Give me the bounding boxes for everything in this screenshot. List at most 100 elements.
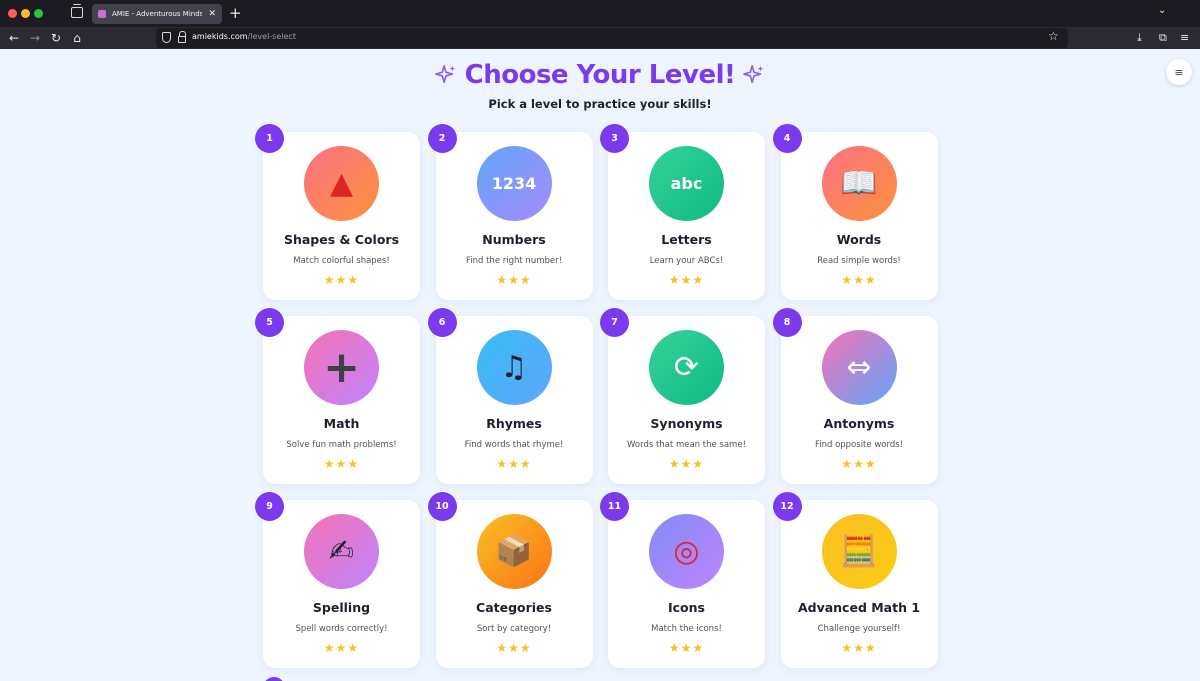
- level-description: Match the icons!: [651, 624, 722, 634]
- level-description: Spell words correctly!: [295, 624, 388, 634]
- lock-icon[interactable]: [178, 31, 186, 43]
- level-title: Antonyms: [823, 416, 895, 431]
- level-card[interactable]: 6 ♫ Rhymes Find words that rhyme! ★★★: [427, 308, 593, 484]
- level-icon-circle: ♫: [476, 330, 552, 405]
- left-right-arrow-icon: ⇔: [846, 349, 872, 385]
- level-star-rating: ★★★: [841, 641, 877, 655]
- window-close-button[interactable]: [8, 9, 17, 18]
- writing-hand-icon: ✍: [328, 533, 355, 569]
- level-number-badge: 9: [255, 492, 284, 521]
- level-description: Find the right number!: [465, 256, 563, 266]
- forward-button[interactable]: →: [26, 29, 44, 47]
- level-star-rating: ★★★: [841, 457, 877, 471]
- level-description: Sort by category!: [476, 624, 552, 634]
- browser-tab-bar: AMIE - Adventurous Minds Imp ✕ + ⌄: [0, 0, 1200, 27]
- close-tab-icon[interactable]: ✕: [208, 9, 216, 19]
- bookmark-star-icon[interactable]: ☆: [1048, 29, 1059, 43]
- level-description: Find opposite words!: [814, 440, 904, 450]
- extensions-icon[interactable]: ⧉: [1159, 31, 1167, 45]
- level-title: Math: [323, 416, 360, 431]
- download-icon[interactable]: ⤓: [1137, 31, 1142, 45]
- level-title: Spelling: [312, 600, 371, 615]
- music-note-icon: ♫: [500, 349, 528, 385]
- level-icon-circle: ⟳: [649, 330, 724, 405]
- address-bar[interactable]: amiekids.com/level-select ☆: [156, 28, 1068, 48]
- level-star-rating: ★★★: [323, 273, 360, 287]
- level-number-badge: 12: [772, 492, 802, 521]
- level-icon-circle: +: [304, 330, 379, 405]
- url-path: /level-select: [247, 32, 296, 41]
- level-star-rating: ★★★: [496, 273, 532, 287]
- level-description: Learn your ABCs!: [649, 256, 724, 266]
- new-tab-button[interactable]: +: [229, 4, 242, 22]
- level-icon-circle: ⇔: [821, 330, 897, 405]
- level-description: Find words that rhyme!: [464, 440, 564, 450]
- level-grid: 1 ▲ Shapes & Colors Match colorful shape…: [255, 124, 938, 668]
- level-icon-circle: ◎: [649, 514, 724, 589]
- triangle-icon: ▲: [329, 165, 354, 201]
- back-button[interactable]: ←: [5, 29, 23, 47]
- level-card[interactable]: 4 📖 Words Read simple words! ★★★: [772, 124, 938, 300]
- browser-tab-active[interactable]: AMIE - Adventurous Minds Imp ✕: [92, 4, 222, 24]
- level-icon-circle: ▲: [304, 146, 379, 221]
- level-description: Words that mean the same!: [627, 440, 746, 450]
- level-card[interactable]: 10 📦 Categories Sort by category! ★★★: [427, 492, 593, 668]
- level-number-badge: 7: [600, 308, 629, 337]
- home-button[interactable]: ⌂: [68, 29, 86, 47]
- level-card[interactable]: 9 ✍ Spelling Spell words correctly! ★★★: [255, 492, 420, 668]
- shield-icon[interactable]: [162, 32, 171, 43]
- level-card[interactable]: 5 + Math Solve fun math problems! ★★★: [255, 308, 420, 484]
- level-card[interactable]: 8 ⇔ Antonyms Find opposite words! ★★★: [772, 308, 938, 484]
- level-card[interactable]: 11 ◎ Icons Match the icons! ★★★: [600, 492, 765, 668]
- level-star-rating: ★★★: [323, 641, 360, 655]
- level-badge-partial: [263, 677, 285, 681]
- level-icon-circle: ✍: [304, 514, 379, 589]
- abc-icon: abc: [670, 173, 703, 193]
- level-number-badge: 6: [427, 308, 457, 337]
- page-header: Choose Your Level!: [0, 59, 1200, 91]
- level-icon-circle: abc: [649, 146, 724, 221]
- level-title: Numbers: [482, 232, 546, 247]
- level-title: Synonyms: [650, 416, 723, 431]
- tab-overview-icon[interactable]: [71, 4, 83, 18]
- window-zoom-button[interactable]: [34, 9, 43, 18]
- level-card[interactable]: 12 🧮 Advanced Math 1 Challenge yourself!…: [772, 492, 938, 668]
- level-icon-circle: 1234: [476, 146, 552, 221]
- repeat-icon: ⟳: [673, 349, 700, 385]
- level-icon-circle: 📦: [476, 514, 552, 589]
- level-description: Match colorful shapes!: [293, 256, 390, 266]
- level-star-rating: ★★★: [668, 457, 705, 471]
- level-title: Advanced Math 1: [797, 600, 921, 615]
- page-subtitle: Pick a level to practice your skills!: [488, 97, 712, 111]
- window-minimize-button[interactable]: [21, 9, 30, 18]
- app-menu-icon[interactable]: ≡: [1180, 31, 1189, 44]
- level-number-badge: 4: [772, 124, 802, 153]
- level-title: Letters: [661, 232, 712, 247]
- sparkle-icon: [434, 65, 455, 84]
- level-number-badge: 2: [427, 124, 457, 153]
- level-number-badge: 11: [600, 492, 629, 521]
- level-icon-circle: 📖: [821, 146, 897, 221]
- favicon-icon: [98, 10, 106, 18]
- level-number-badge: 5: [255, 308, 284, 337]
- level-title: Words: [836, 232, 882, 247]
- level-number-badge: 1: [255, 124, 284, 153]
- sparkle-icon: [743, 65, 764, 84]
- level-card[interactable]: 3 abc Letters Learn your ABCs! ★★★: [600, 124, 765, 300]
- level-card[interactable]: 7 ⟳ Synonyms Words that mean the same! ★…: [600, 308, 765, 484]
- level-star-rating: ★★★: [841, 273, 877, 287]
- plus-icon: +: [323, 341, 360, 393]
- url-domain: amiekids.com: [192, 32, 248, 41]
- level-card[interactable]: 1 ▲ Shapes & Colors Match colorful shape…: [255, 124, 420, 300]
- level-number-badge: 10: [427, 492, 457, 521]
- level-star-rating: ★★★: [668, 641, 705, 655]
- level-description: Read simple words!: [817, 256, 901, 266]
- reload-button[interactable]: ↻: [47, 29, 65, 47]
- book-icon: 📖: [840, 165, 878, 201]
- chevron-down-icon[interactable]: ⌄: [1158, 5, 1166, 16]
- level-card[interactable]: 2 1234 Numbers Find the right number! ★★…: [427, 124, 593, 300]
- browser-nav-bar: ← → ↻ ⌂ amiekids.com/level-select ☆ ⤓ ⧉ …: [0, 27, 1200, 49]
- url-text[interactable]: amiekids.com/level-select: [192, 32, 296, 41]
- level-star-rating: ★★★: [496, 641, 532, 655]
- level-description: Challenge yourself!: [817, 624, 901, 634]
